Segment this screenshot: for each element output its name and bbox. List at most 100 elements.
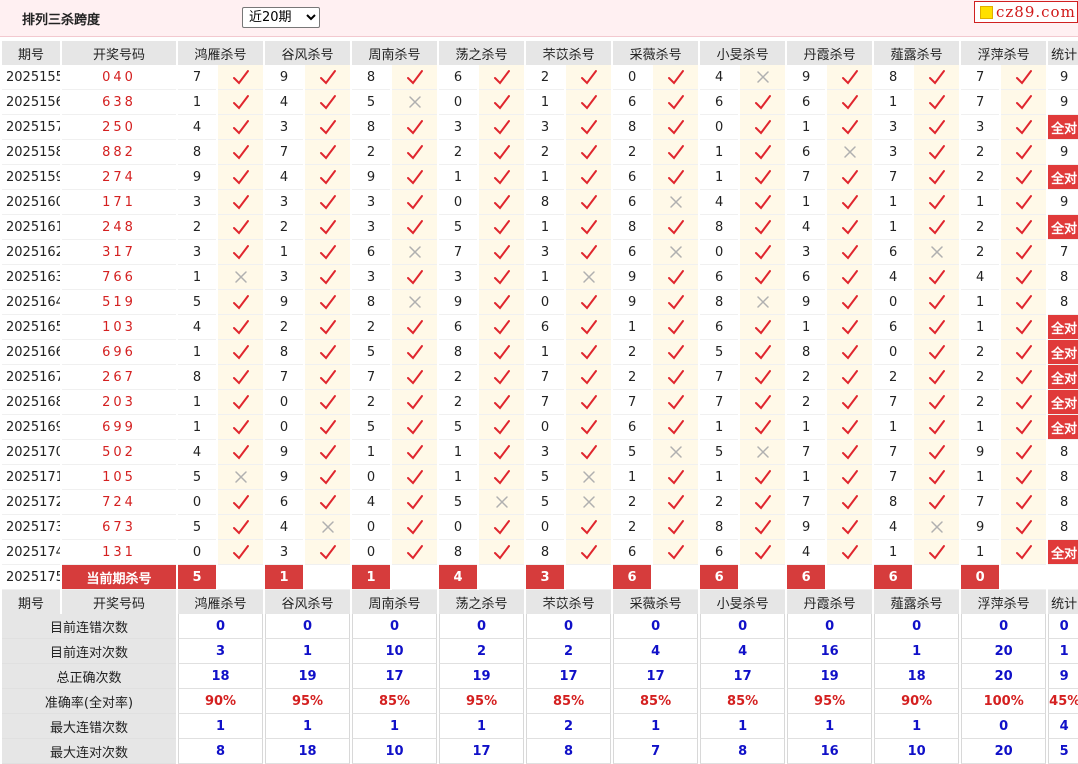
kill-number: 4 — [178, 440, 216, 465]
kill-number: 7 — [874, 165, 913, 190]
kill-number: 9 — [613, 265, 652, 290]
check-icon — [1015, 445, 1032, 460]
check-icon — [841, 520, 858, 535]
result-mark — [218, 540, 264, 565]
kill-number: 2 — [613, 515, 652, 540]
summary-value: 85% — [526, 689, 612, 714]
result-mark — [566, 540, 612, 565]
result-mark — [827, 215, 873, 240]
kill-number: 2 — [352, 315, 391, 340]
kill-number: 3 — [526, 440, 565, 465]
kill-number: 2 — [961, 240, 1000, 265]
result-mark — [305, 515, 351, 540]
summary-value: 0 — [874, 614, 960, 639]
check-icon — [841, 270, 858, 285]
result-mark — [827, 415, 873, 440]
check-icon — [319, 270, 336, 285]
result-mark — [914, 365, 960, 390]
kill-number: 7 — [961, 65, 1000, 90]
kill-number: 2 — [439, 140, 478, 165]
empty-cell — [305, 565, 351, 590]
drawn-number: 267 — [62, 365, 176, 390]
result-mark — [1001, 490, 1047, 515]
result-mark — [653, 165, 699, 190]
issue-cell: 2025166 — [2, 340, 60, 365]
kill-number: 8 — [613, 115, 652, 140]
kill-number: 4 — [178, 315, 216, 340]
site-logo[interactable]: cz89.com — [974, 1, 1078, 23]
check-icon — [580, 95, 597, 110]
result-mark — [305, 540, 351, 565]
col-header-stat: 统计 — [1048, 590, 1078, 614]
current-kill-label: 当前期杀号 — [62, 565, 176, 590]
summary-row: 最大连对次数 8 18 10 17 8 7 8 16 10 20 5 — [2, 739, 1078, 764]
summary-label: 总正确次数 — [2, 664, 176, 689]
check-icon — [493, 70, 510, 85]
current-kill-number: 6 — [700, 565, 739, 590]
stat-cell: 9 — [1048, 140, 1078, 165]
kill-number: 1 — [700, 165, 739, 190]
result-mark — [740, 290, 786, 315]
kill-number: 1 — [526, 165, 565, 190]
kill-number: 2 — [613, 490, 652, 515]
result-mark — [653, 90, 699, 115]
result-mark — [653, 290, 699, 315]
check-icon — [754, 170, 771, 185]
check-icon — [667, 495, 684, 510]
kill-number: 1 — [700, 415, 739, 440]
kill-number: 3 — [874, 115, 913, 140]
summary-value: 0 — [526, 614, 612, 639]
kill-number: 5 — [526, 490, 565, 515]
kill-number: 4 — [265, 165, 304, 190]
check-icon — [1015, 195, 1032, 210]
result-mark — [566, 315, 612, 340]
check-icon — [841, 120, 858, 135]
check-icon — [928, 445, 945, 460]
check-icon — [232, 220, 249, 235]
result-mark — [740, 440, 786, 465]
result-mark — [914, 440, 960, 465]
kill-number: 6 — [613, 415, 652, 440]
kill-number: 4 — [700, 65, 739, 90]
result-mark — [740, 415, 786, 440]
check-icon — [493, 120, 510, 135]
summary-row: 准确率(全对率) 90% 95% 85% 95% 85% 85% 85% 95% 90% 100% 4… — [2, 689, 1078, 714]
result-mark — [740, 265, 786, 290]
period-select[interactable]: 近20期 — [242, 7, 320, 28]
summary-value: 85% — [613, 689, 699, 714]
kill-number: 2 — [439, 365, 478, 390]
drawn-number: 502 — [62, 440, 176, 465]
result-mark — [218, 90, 264, 115]
result-mark — [392, 390, 438, 415]
check-icon — [406, 220, 423, 235]
kill-number: 6 — [439, 65, 478, 90]
check-icon — [667, 470, 684, 485]
result-mark — [392, 490, 438, 515]
summary-value: 9 — [1048, 664, 1078, 689]
check-icon — [928, 345, 945, 360]
summary-row: 目前连错次数 0 0 0 0 0 0 0 0 0 0 0 — [2, 614, 1078, 639]
result-mark — [914, 540, 960, 565]
kill-number: 0 — [178, 490, 216, 515]
kill-number: 6 — [613, 540, 652, 565]
all-correct-badge: 全对 — [1048, 340, 1078, 365]
check-icon — [232, 420, 249, 435]
result-mark — [914, 165, 960, 190]
result-mark — [740, 465, 786, 490]
kill-number: 7 — [961, 490, 1000, 515]
summary-value: 95% — [787, 689, 873, 714]
check-icon — [1015, 145, 1032, 160]
kill-number: 2 — [700, 490, 739, 515]
drawn-number: 105 — [62, 465, 176, 490]
check-icon — [754, 470, 771, 485]
result-mark — [653, 540, 699, 565]
cross-icon — [930, 521, 943, 533]
kill-number: 1 — [787, 315, 826, 340]
kill-number: 0 — [439, 190, 478, 215]
check-icon — [1015, 470, 1032, 485]
check-icon — [754, 395, 771, 410]
summary-value: 90% — [178, 689, 264, 714]
check-icon — [667, 95, 684, 110]
check-icon — [493, 270, 510, 285]
result-mark — [392, 265, 438, 290]
